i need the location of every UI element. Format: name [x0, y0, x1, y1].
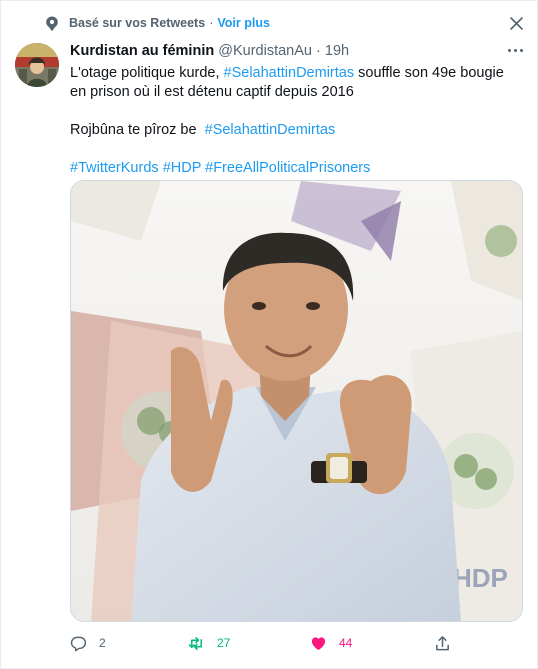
tweet-actions: 2 27 44	[70, 634, 450, 652]
tweet-text: L'otage politique kurde, #SelahattinDemi…	[70, 64, 520, 178]
author-name[interactable]: Kurdistan au féminin	[70, 43, 214, 59]
map-pin-icon	[46, 16, 58, 32]
heart-icon	[311, 636, 326, 650]
see-more-link[interactable]: Voir plus	[217, 16, 270, 30]
more-dot-icon	[507, 48, 511, 52]
hashtag-link[interactable]: #HDP	[163, 160, 201, 176]
close-button[interactable]	[506, 13, 526, 33]
author-handle[interactable]: @KurdistanAu	[218, 43, 312, 59]
header-separator: ·	[316, 43, 321, 59]
like-button[interactable]: 44	[310, 634, 352, 652]
tweet-photo[interactable]: HDP	[70, 180, 523, 622]
tweet-card: Basé sur vos Retweets · Voir plus Kurdista…	[0, 0, 538, 669]
more-dot-icon	[513, 48, 517, 52]
tweet-text-segment: Rojbûna te pîroz be	[70, 122, 205, 138]
reply-icon	[70, 636, 87, 651]
social-context-label: Basé sur vos Retweets	[69, 16, 206, 30]
reply-count: 2	[99, 636, 106, 650]
tweet-paragraph-2: Rojbûna te pîroz be #SelahattinDemirtas	[70, 121, 520, 140]
hashtag-link[interactable]: #FreeAllPoliticalPrisoners	[205, 160, 370, 176]
social-context-separator: ·	[209, 16, 214, 30]
avatar-image	[15, 43, 59, 87]
share-icon	[436, 635, 449, 650]
hashtag-link[interactable]: #TwitterKurds	[70, 160, 159, 176]
retweet-button[interactable]: 27	[188, 634, 230, 652]
close-icon	[509, 16, 523, 30]
tweet-text-segment: L'otage politique kurde,	[70, 65, 224, 81]
avatar[interactable]	[15, 43, 59, 87]
tweet-header: Kurdistan au féminin @KurdistanAu · 19h	[70, 43, 349, 59]
share-button[interactable]	[434, 634, 451, 652]
reply-button[interactable]: 2	[70, 634, 106, 652]
hashtag-link[interactable]: #SelahattinDemirtas	[205, 122, 336, 138]
hashtag-link[interactable]: #SelahattinDemirtas	[224, 65, 355, 81]
more-options-button[interactable]	[504, 43, 526, 57]
like-count: 44	[339, 636, 353, 650]
tweet-paragraph-3: #TwitterKurds #HDP #FreeAllPoliticalPris…	[70, 159, 520, 178]
tweet-paragraph-1: L'otage politique kurde, #SelahattinDemi…	[70, 64, 520, 102]
tweet-timestamp[interactable]: 19h	[325, 43, 349, 59]
photo-illustration: HDP	[71, 181, 522, 621]
retweet-icon	[188, 636, 202, 650]
more-dot-icon	[519, 48, 523, 52]
social-context: Basé sur vos Retweets · Voir plus	[69, 16, 270, 30]
retweet-count: 27	[217, 636, 231, 650]
hdp-watermark: HDP	[453, 563, 508, 593]
